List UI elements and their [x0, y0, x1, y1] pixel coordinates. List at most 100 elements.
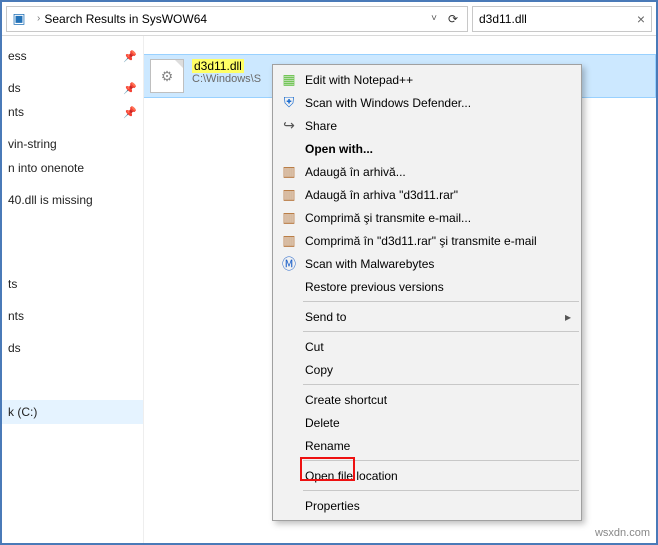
ctx-label: Adaugă în arhivă... — [305, 165, 406, 179]
chevron-right-icon: › — [37, 13, 40, 24]
breadcrumb[interactable]: Search Results in SysWOW64 — [44, 12, 427, 26]
sidebar-item[interactable]: 40.dll is missing — [2, 188, 143, 212]
ctx-copy[interactable]: Copy — [273, 358, 581, 381]
address-bar[interactable]: ▣ › Search Results in SysWOW64 ˅ ⟳ — [6, 6, 468, 32]
ctx-send-to[interactable]: Send to ▸ — [273, 305, 581, 328]
ctx-label: Cut — [305, 340, 324, 354]
sidebar-item-label: n into onenote — [8, 161, 84, 175]
ctx-label: Send to — [305, 310, 346, 324]
folder-nav-icon: ▣ — [9, 9, 29, 29]
blank-icon — [277, 467, 301, 485]
ctx-properties[interactable]: Properties — [273, 494, 581, 517]
sidebar-item[interactable]: ds 📌 — [2, 76, 143, 100]
winrar-icon: ▥ — [277, 209, 301, 227]
blank-icon — [277, 391, 301, 409]
winrar-icon: ▥ — [277, 186, 301, 204]
file-name-highlight: d3d11.dll — [192, 59, 244, 73]
search-box[interactable]: × — [472, 6, 652, 32]
malwarebytes-icon: Ⓜ — [277, 255, 301, 273]
ctx-restore-versions[interactable]: Restore previous versions — [273, 275, 581, 298]
source-watermark: wsxdn.com — [595, 527, 650, 539]
blank-icon — [277, 414, 301, 432]
sidebar-item[interactable]: n into onenote — [2, 156, 143, 180]
pin-icon: 📌 — [123, 50, 137, 63]
ctx-edit-notepad[interactable]: ▦ Edit with Notepad++ — [273, 68, 581, 91]
chevron-down-icon[interactable]: ˅ — [427, 13, 441, 24]
refresh-icon[interactable]: ⟳ — [441, 12, 465, 26]
ctx-label: Edit with Notepad++ — [305, 73, 413, 87]
dll-file-icon: ⚙ — [150, 59, 184, 93]
pin-icon: 📌 — [123, 82, 137, 95]
ctx-separator — [303, 301, 579, 302]
sidebar-item[interactable]: ess 📌 — [2, 44, 143, 68]
context-menu: ▦ Edit with Notepad++ ⛨ Scan with Windows … — [272, 64, 582, 521]
sidebar-item-label: nts — [8, 309, 24, 323]
clear-search-icon[interactable]: × — [637, 11, 645, 27]
blank-icon — [277, 140, 301, 158]
ctx-open-location[interactable]: Open file location — [273, 464, 581, 487]
ctx-label: Properties — [305, 499, 360, 513]
sidebar-item-label: k (C:) — [8, 405, 37, 419]
ctx-label: Copy — [305, 363, 333, 377]
blank-icon — [277, 278, 301, 296]
sidebar-item-label: 40.dll is missing — [8, 193, 93, 207]
ctx-separator — [303, 331, 579, 332]
ctx-label: Scan with Malwarebytes — [305, 257, 434, 271]
ctx-label: Open file location — [305, 469, 398, 483]
sidebar-item-label: ds — [8, 81, 21, 95]
ctx-delete[interactable]: Delete — [273, 411, 581, 434]
chevron-right-icon: ▸ — [565, 310, 571, 324]
ctx-label: Comprimă în "d3d11.rar" şi transmite e-m… — [305, 234, 537, 248]
ctx-label: Open with... — [305, 142, 373, 156]
ctx-label: Delete — [305, 416, 340, 430]
ctx-label: Scan with Windows Defender... — [305, 96, 471, 110]
ctx-add-archive[interactable]: ▥ Adaugă în arhivă... — [273, 160, 581, 183]
ctx-label: Rename — [305, 439, 350, 453]
sidebar-item-label: nts — [8, 105, 24, 119]
blank-icon — [277, 497, 301, 515]
file-texts: d3d11.dll C:\Windows\S — [192, 59, 261, 85]
address-toolbar: ▣ › Search Results in SysWOW64 ˅ ⟳ × — [2, 2, 656, 36]
ctx-scan-malwarebytes[interactable]: Ⓜ Scan with Malwarebytes — [273, 252, 581, 275]
blank-icon — [277, 338, 301, 356]
ctx-cut[interactable]: Cut — [273, 335, 581, 358]
ctx-label: Create shortcut — [305, 393, 387, 407]
pin-icon: 📌 — [123, 106, 137, 119]
ctx-add-archive-named[interactable]: ▥ Adaugă în arhiva "d3d11.rar" — [273, 183, 581, 206]
ctx-rename[interactable]: Rename — [273, 434, 581, 457]
ctx-compress-named-email[interactable]: ▥ Comprimă în "d3d11.rar" şi transmite e-… — [273, 229, 581, 252]
share-icon: ↪ — [277, 117, 301, 135]
blank-icon — [277, 308, 301, 326]
sidebar-item-label: ds — [8, 341, 21, 355]
sidebar-item-drive[interactable]: k (C:) — [2, 400, 143, 424]
shield-icon: ⛨ — [277, 94, 301, 112]
sidebar-item[interactable]: nts 📌 — [2, 100, 143, 124]
search-input[interactable] — [479, 12, 637, 26]
sidebar-item-label: ess — [8, 49, 27, 63]
sidebar: ess📌 ds📌 nts📌 vin-string n into onenote … — [2, 36, 144, 543]
ctx-scan-defender[interactable]: ⛨ Scan with Windows Defender... — [273, 91, 581, 114]
winrar-icon: ▥ — [277, 232, 301, 250]
ctx-separator — [303, 460, 579, 461]
ctx-create-shortcut[interactable]: Create shortcut — [273, 388, 581, 411]
blank-icon — [277, 361, 301, 379]
notepad-icon: ▦ — [277, 71, 301, 89]
ctx-share[interactable]: ↪ Share — [273, 114, 581, 137]
ctx-label: Adaugă în arhiva "d3d11.rar" — [305, 188, 458, 202]
ctx-label: Share — [305, 119, 337, 133]
file-path: C:\Windows\S — [192, 73, 261, 85]
ctx-open-with[interactable]: Open with... — [273, 137, 581, 160]
sidebar-item[interactable]: ts — [2, 272, 143, 296]
ctx-label: Restore previous versions — [305, 280, 444, 294]
sidebar-item[interactable]: ds — [2, 336, 143, 360]
ctx-label: Comprimă şi transmite e-mail... — [305, 211, 471, 225]
sidebar-item[interactable]: nts — [2, 304, 143, 328]
ctx-compress-email[interactable]: ▥ Comprimă şi transmite e-mail... — [273, 206, 581, 229]
ctx-separator — [303, 384, 579, 385]
sidebar-item-label: ts — [8, 277, 17, 291]
winrar-icon: ▥ — [277, 163, 301, 181]
ctx-separator — [303, 490, 579, 491]
sidebar-item-label: vin-string — [8, 137, 57, 151]
blank-icon — [277, 437, 301, 455]
sidebar-item[interactable]: vin-string — [2, 132, 143, 156]
